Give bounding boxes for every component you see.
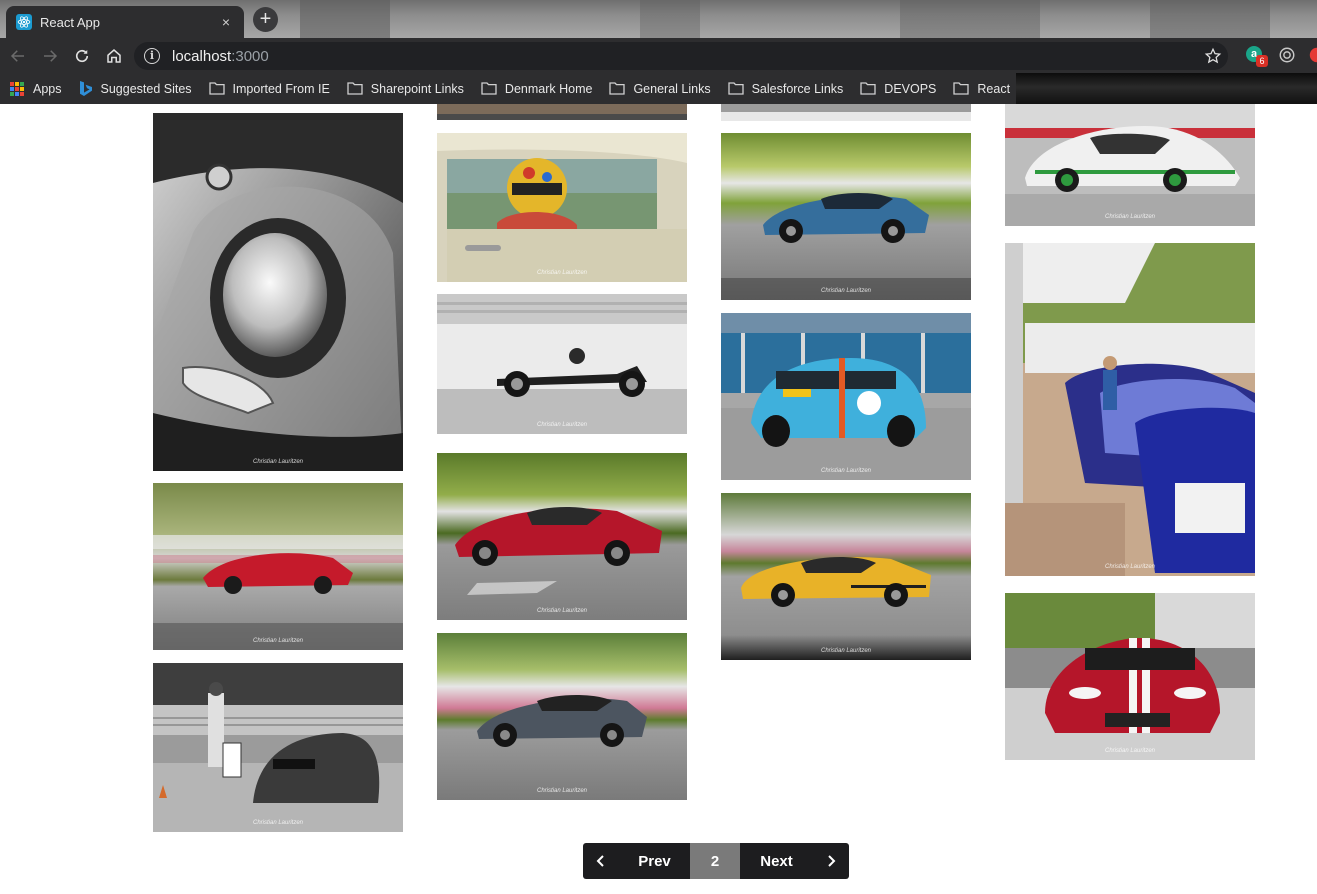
back-button[interactable] <box>2 38 34 73</box>
folder-icon <box>727 82 744 95</box>
forward-button[interactable] <box>34 38 66 73</box>
photo-watermark: Christian Lauritzen <box>820 288 872 294</box>
photo-image <box>437 104 687 120</box>
photo-watermark: Christian Lauritzen <box>252 459 304 465</box>
tab-close-icon[interactable]: × <box>218 14 234 30</box>
extension-icon[interactable] <box>1308 46 1317 66</box>
bookmark-apps[interactable]: Apps <box>10 81 62 96</box>
prev-arrow-button[interactable] <box>583 843 619 879</box>
url-host: localhost <box>172 47 232 65</box>
photo-watermark: Christian Lauritzen <box>1104 748 1156 754</box>
photo-nsx-grey-track[interactable]: Christian Lauritzen <box>437 633 687 800</box>
photo-image <box>721 133 971 300</box>
tab-title: React App <box>40 14 100 30</box>
bookmark-imported-from-ie[interactable]: Imported From IE <box>208 82 330 96</box>
home-icon <box>107 48 121 63</box>
photo-watermark: Christian Lauritzen <box>820 468 872 474</box>
bookmark-suggested-sites[interactable]: Suggested Sites <box>79 80 192 97</box>
bookmark-react[interactable]: React <box>953 82 1010 96</box>
pagination: Prev 2 Next <box>583 843 849 879</box>
photo-image <box>437 633 687 800</box>
photo-ford-gt-red-track[interactable]: Christian Lauritzen <box>437 453 687 620</box>
next-button[interactable]: Next <box>740 843 813 879</box>
grammarly-extension-icon[interactable]: a 6 <box>1246 46 1268 67</box>
photo-watermark: Christian Lauritzen <box>1104 214 1156 220</box>
extension-badge: 6 <box>1256 55 1268 67</box>
photo-ford-gt-red-panning[interactable]: Christian Lauritzen <box>153 483 403 650</box>
folder-icon <box>347 82 363 95</box>
reload-icon <box>75 49 89 62</box>
bookmark-denmark-home[interactable]: Denmark Home <box>481 82 592 96</box>
record-extension-icon[interactable] <box>1278 46 1298 66</box>
folder-icon <box>481 82 497 95</box>
photo-watermark: Christian Lauritzen <box>536 608 588 614</box>
photo-image <box>1005 104 1255 226</box>
photo-image <box>153 113 403 471</box>
bookmark-salesforce-links[interactable]: Salesforce Links <box>727 82 843 96</box>
photo-marshal-etype[interactable]: Christian Lauritzen <box>153 663 403 832</box>
photo-ford-gt-yellow-track[interactable]: Christian Lauritzen <box>721 493 971 660</box>
photo-watermark: Christian Lauritzen <box>820 648 872 654</box>
arrow-right-icon <box>44 49 58 62</box>
chevron-left-icon <box>596 855 604 867</box>
url-port: :3000 <box>231 47 269 65</box>
photo-image <box>437 294 687 434</box>
photo-porsche-carrera[interactable]: Christian Lauritzen <box>1005 104 1255 226</box>
photo-image <box>721 104 971 121</box>
folder-icon <box>609 82 626 95</box>
photo-image <box>153 483 403 650</box>
photo-ford-gt-blue-paddock[interactable]: Christian Lauritzen <box>721 313 971 480</box>
arrow-left-icon <box>10 49 24 62</box>
photo-image <box>153 663 403 832</box>
reload-button[interactable] <box>66 38 98 73</box>
photo-driver-helmet[interactable]: Christian Lauritzen <box>437 133 687 282</box>
browser-toolbar: i localhost :3000 <box>0 38 1317 73</box>
current-page-button[interactable]: 2 <box>690 843 740 879</box>
photo-watermark: Christian Lauritzen <box>252 638 304 644</box>
browser-tab[interactable]: React App × <box>6 6 244 38</box>
bookmark-general-links[interactable]: General Links <box>609 82 711 96</box>
photo-ford-gt-red-front[interactable]: Christian Lauritzen <box>1005 593 1255 760</box>
photo-image <box>721 313 971 480</box>
photo-caterham-bw[interactable]: Christian Lauritzen <box>437 294 687 434</box>
react-logo-icon <box>16 14 32 30</box>
photo-paddock-lineup[interactable]: Christian Lauritzen <box>1005 243 1255 576</box>
photo-image <box>1005 593 1255 760</box>
folder-icon <box>953 82 970 95</box>
chevron-right-icon <box>828 855 836 867</box>
bing-icon <box>79 80 92 96</box>
window-chrome-overlay <box>1016 73 1317 104</box>
apps-grid-icon <box>10 81 24 96</box>
photo-gallery: Christian Lauritzen Christian Lauritzen <box>0 104 1317 894</box>
home-button[interactable] <box>98 38 130 73</box>
photo-image <box>437 453 687 620</box>
folder-icon <box>860 82 876 95</box>
address-bar[interactable]: i localhost :3000 <box>134 42 1228 70</box>
photo-top-strip-col2[interactable] <box>437 104 687 120</box>
photo-watermark: Christian Lauritzen <box>252 820 304 826</box>
bookmark-star-icon[interactable] <box>1204 47 1222 65</box>
photo-watermark: Christian Lauritzen <box>536 788 588 794</box>
photo-top-strip-col3[interactable] <box>721 104 971 121</box>
photo-watermark: Christian Lauritzen <box>536 422 588 428</box>
bookmark-devops[interactable]: DEVOPS <box>860 82 936 96</box>
photo-image <box>1005 243 1255 576</box>
next-arrow-button[interactable] <box>813 843 849 879</box>
site-info-icon[interactable]: i <box>144 48 160 64</box>
bookmark-sharepoint-links[interactable]: Sharepoint Links <box>347 82 464 96</box>
new-tab-button[interactable]: + <box>253 7 278 32</box>
photo-nsx-blue-panning[interactable]: Christian Lauritzen <box>721 133 971 300</box>
photo-watermark: Christian Lauritzen <box>1104 564 1156 570</box>
photo-watermark: Christian Lauritzen <box>536 270 588 276</box>
prev-button[interactable]: Prev <box>619 843 690 879</box>
photo-image <box>721 493 971 660</box>
photo-jaguar-headlight[interactable]: Christian Lauritzen <box>153 113 403 471</box>
tab-strip: React App × + <box>0 0 1317 38</box>
folder-icon <box>208 82 225 95</box>
photo-image <box>437 133 687 282</box>
